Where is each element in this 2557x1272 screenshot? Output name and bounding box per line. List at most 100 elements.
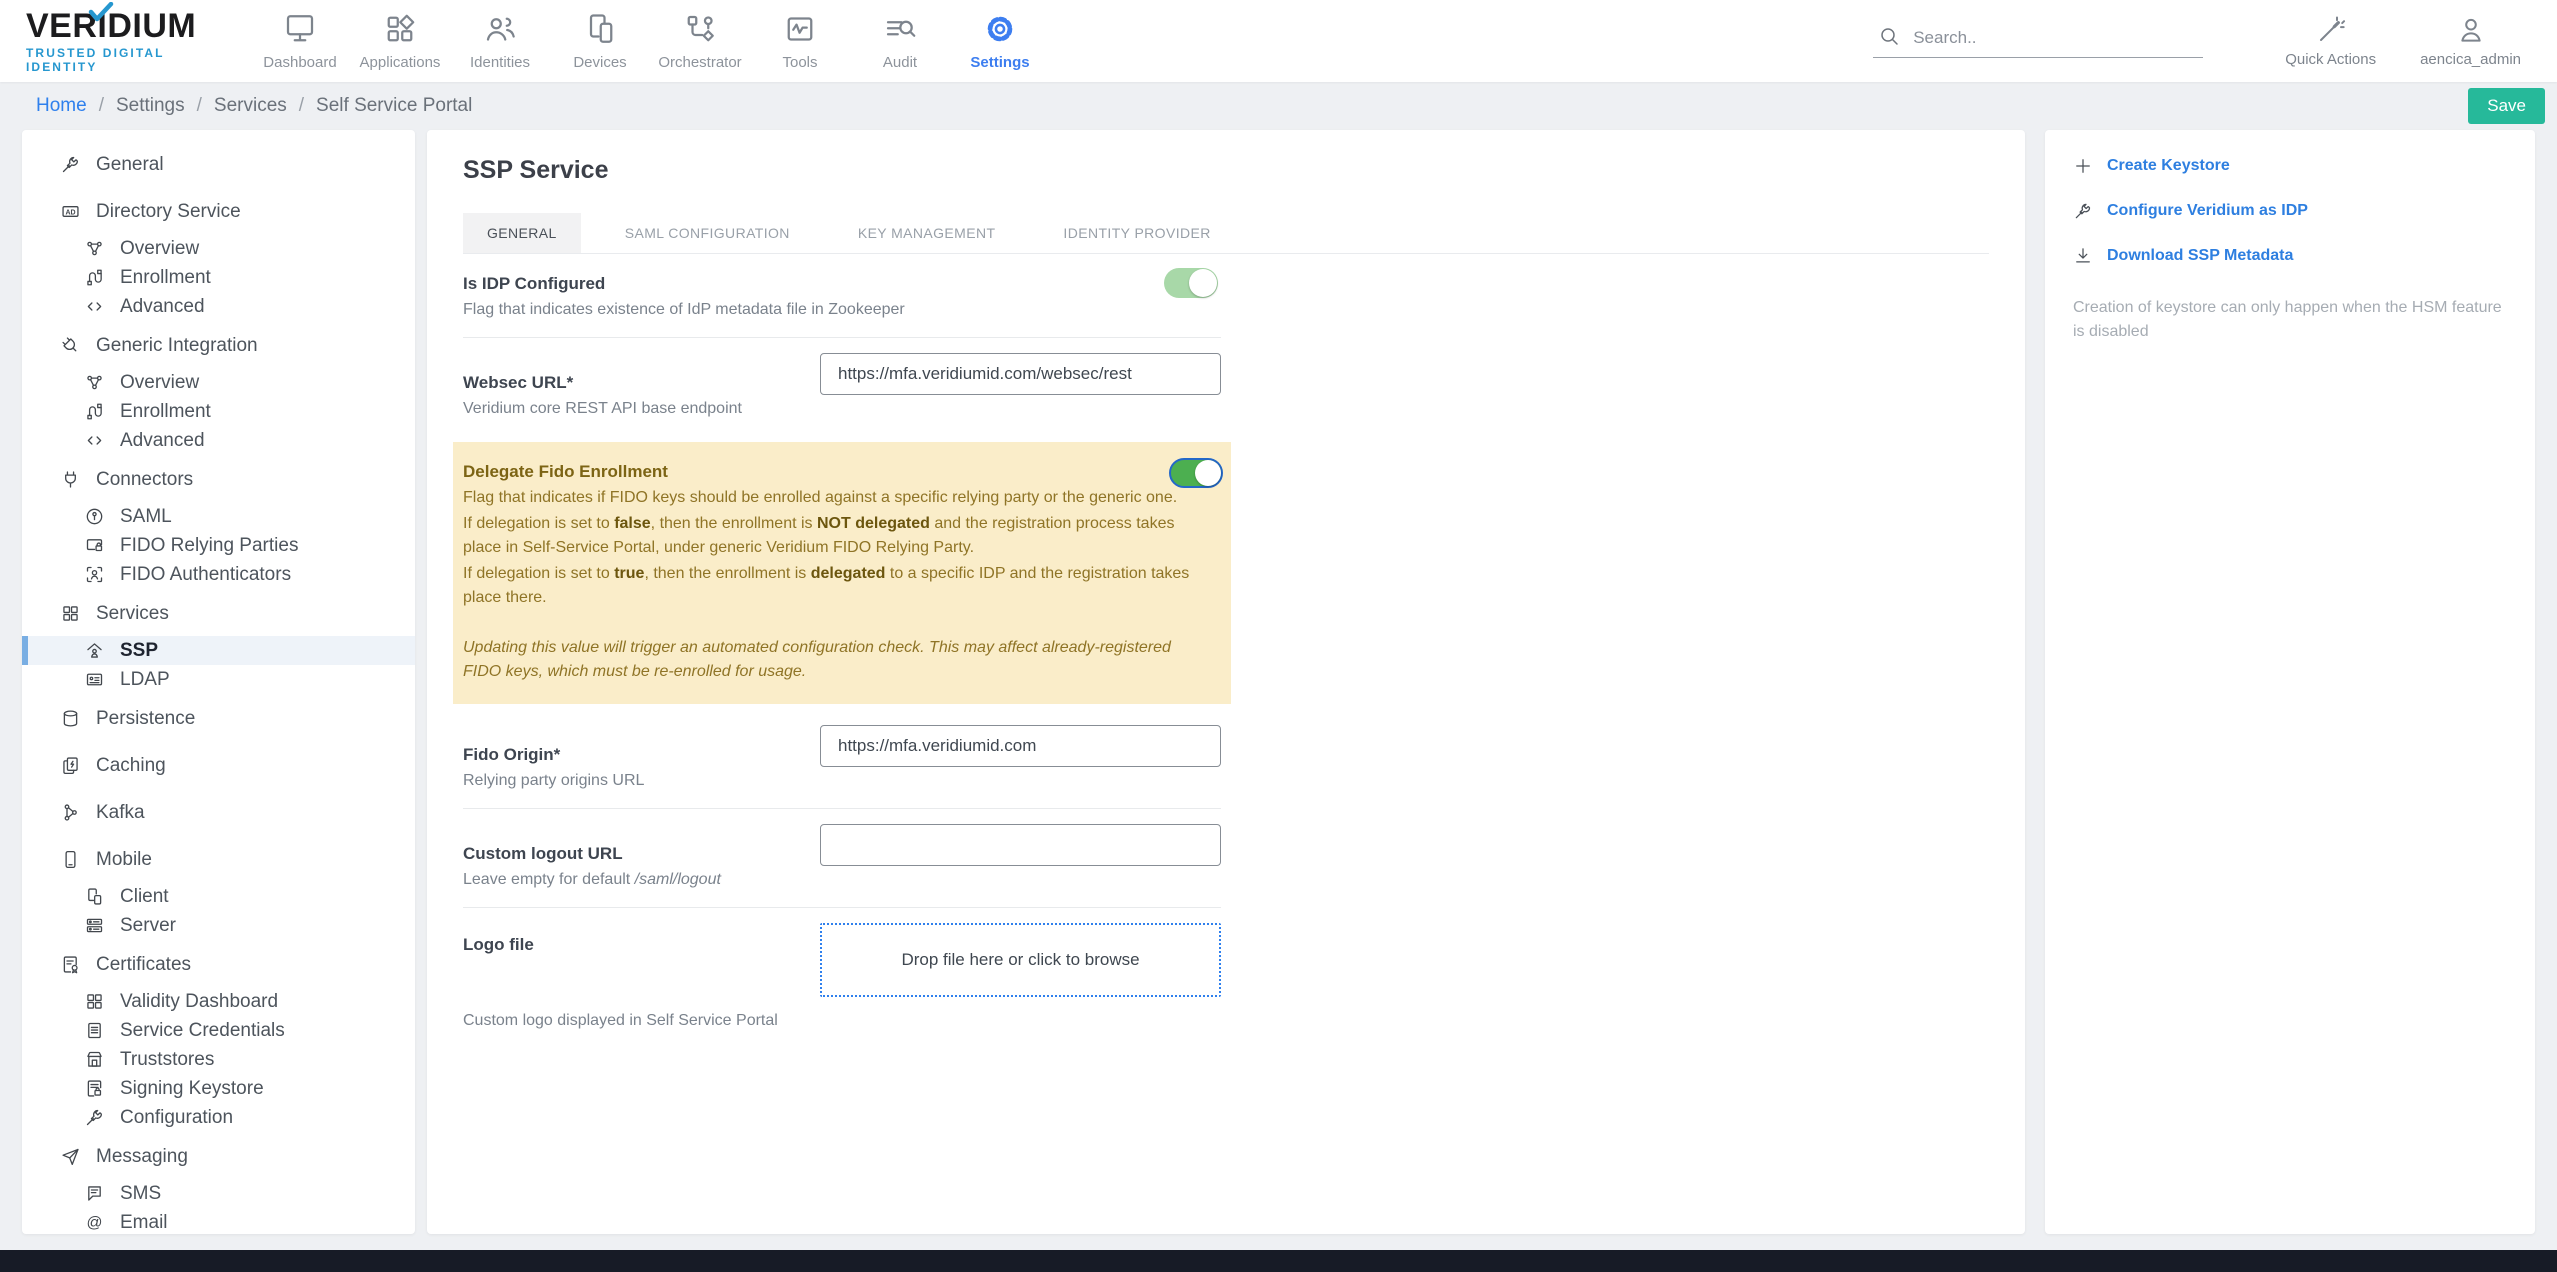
active-directory-icon [60, 201, 81, 222]
page-title: SSP Service [463, 156, 609, 184]
plus-icon [2073, 156, 2093, 176]
nav-item-audit[interactable]: Audit [850, 11, 950, 71]
websec-url-description: Veridium core REST API base endpoint [463, 400, 742, 417]
sidebar-item-gi-overview[interactable]: Overview [22, 368, 415, 397]
logo-file-description: Custom logo displayed in Self Service Po… [463, 1012, 778, 1029]
nav-item-devices[interactable]: Devices [550, 11, 650, 71]
sidebar-item-validity-dashboard[interactable]: Validity Dashboard [22, 987, 415, 1016]
nav-item-orchestrator[interactable]: Orchestrator [650, 11, 750, 71]
search-box[interactable] [1873, 24, 2204, 58]
websec-url-input[interactable] [820, 353, 1221, 395]
store-box-icon [84, 1049, 105, 1070]
sidebar-item-ssp[interactable]: SSP [22, 636, 415, 665]
sidebar-item-configuration[interactable]: Configuration [22, 1103, 415, 1132]
breadcrumb-current: Self Service Portal [316, 95, 473, 116]
field-logo-file: Logo file Drop file here or click to bro… [463, 908, 1221, 1048]
sidebar-item-ds-advanced[interactable]: Advanced [22, 292, 415, 321]
field-is-idp-configured: Is IDP Configured Flag that indicates ex… [463, 254, 1221, 337]
nav-item-identities[interactable]: Identities [450, 11, 550, 71]
sidebar-item-gi-advanced[interactable]: Advanced [22, 426, 415, 455]
field-custom-logout-url: Custom logout URL Leave empty for defaul… [463, 809, 1221, 907]
logo-dropzone[interactable]: Drop file here or click to browse [820, 923, 1221, 997]
sidebar-item-ds-enrollment[interactable]: Enrollment [22, 263, 415, 292]
sidebar-item-email[interactable]: Email [22, 1208, 415, 1234]
sidebar-item-connectors[interactable]: Connectors [22, 465, 415, 494]
general-form: Is IDP Configured Flag that indicates ex… [453, 254, 1231, 1048]
socket-icon [60, 469, 81, 490]
actions-panel: Create Keystore Configure Veridium as ID… [2045, 130, 2535, 1234]
sidebar-item-gi-enrollment[interactable]: Enrollment [22, 397, 415, 426]
download-icon [2073, 246, 2093, 266]
delegate-fido-line1: Flag that indicates if FIDO keys should … [463, 489, 1178, 506]
tab-key-management[interactable]: KEY MANAGEMENT [834, 213, 1020, 253]
breadcrumb-services[interactable]: Services [214, 95, 287, 117]
configure-veridium-as-idp-link[interactable]: Configure Veridium as IDP [2073, 201, 2507, 221]
field-fido-origin: Fido Origin* Relying party origins URL [463, 710, 1221, 808]
nav-item-applications[interactable]: Applications [350, 11, 450, 71]
sidebar-item-signing-keystore[interactable]: Signing Keystore [22, 1074, 415, 1103]
nav-item-settings[interactable]: Settings [950, 11, 1050, 71]
sidebar-item-saml[interactable]: SAML [22, 502, 415, 531]
logo-file-label: Logo file [463, 935, 534, 954]
nav-item-dashboard[interactable]: Dashboard [250, 11, 350, 71]
breadcrumb-settings[interactable]: Settings [116, 95, 185, 117]
veridium-logo[interactable]: VERIDIUM TRUSTED DIGITAL IDENTITY [0, 9, 240, 74]
download-ssp-metadata-link[interactable]: Download SSP Metadata [2073, 246, 2507, 266]
wrench-icon [60, 154, 81, 175]
toggle-knob [1195, 460, 1221, 486]
database-icon [60, 708, 81, 729]
create-keystore-link[interactable]: Create Keystore [2073, 156, 2507, 176]
sidebar-item-kafka[interactable]: Kafka [22, 798, 415, 827]
document-icon [84, 1020, 105, 1041]
breadcrumb-home[interactable]: Home [36, 95, 87, 117]
bottom-bar [0, 1250, 2557, 1272]
user-menu[interactable]: aencica_admin [2420, 14, 2521, 68]
delegate-fido-label: Delegate Fido Enrollment [463, 462, 668, 481]
sidebar-item-fido-relying-parties[interactable]: FIDO Relying Parties [22, 531, 415, 560]
sidebar-item-generic-integration[interactable]: Generic Integration [22, 331, 415, 360]
server-icon [84, 915, 105, 936]
keyhole-icon [84, 506, 105, 527]
orchestrator-icon [682, 11, 718, 47]
sidebar-item-general[interactable]: General [22, 150, 415, 179]
top-navigation-bar: VERIDIUM TRUSTED DIGITAL IDENTITY Dashbo… [0, 0, 2557, 82]
sidebar-item-server[interactable]: Server [22, 911, 415, 940]
sidebar-item-ds-overview[interactable]: Overview [22, 234, 415, 263]
tab-identity-provider[interactable]: IDENTITY PROVIDER [1039, 213, 1234, 253]
delegate-fido-toggle[interactable] [1169, 458, 1223, 488]
quick-actions-button[interactable]: Quick Actions [2285, 14, 2376, 68]
custom-logout-label: Custom logout URL [463, 844, 623, 863]
sidebar-item-directory-service[interactable]: Directory Service [22, 197, 415, 226]
sidebar-item-ldap[interactable]: LDAP [22, 665, 415, 694]
is-idp-toggle[interactable] [1164, 268, 1218, 298]
tab-saml-configuration[interactable]: SAML CONFIGURATION [601, 213, 814, 253]
sidebar-item-certificates[interactable]: Certificates [22, 950, 415, 979]
sidebar-item-fido-authenticators[interactable]: FIDO Authenticators [22, 560, 415, 589]
sidebar-item-client[interactable]: Client [22, 882, 415, 911]
sidebar-item-service-credentials[interactable]: Service Credentials [22, 1016, 415, 1045]
custom-logout-input[interactable] [820, 824, 1221, 866]
username: aencica_admin [2420, 51, 2521, 68]
is-idp-description: Flag that indicates existence of IdP met… [463, 301, 905, 318]
delegate-fido-line2: If delegation is set to false, then the … [463, 515, 1175, 556]
sidebar-item-sms[interactable]: SMS [22, 1179, 415, 1208]
nav-item-tools[interactable]: Tools [750, 11, 850, 71]
grid-icon [60, 603, 81, 624]
sidebar-item-messaging[interactable]: Messaging [22, 1142, 415, 1171]
save-button[interactable]: Save [2468, 88, 2545, 124]
sidebar-item-services[interactable]: Services [22, 599, 415, 628]
sidebar-item-caching[interactable]: Caching [22, 751, 415, 780]
ssp-service-panel: SSP Service GENERAL SAML CONFIGURATION K… [427, 130, 2025, 1234]
cache-icon [60, 755, 81, 776]
identities-icon [482, 11, 518, 47]
audit-icon [882, 11, 918, 47]
sidebar-item-persistence[interactable]: Persistence [22, 704, 415, 733]
fido-origin-input[interactable] [820, 725, 1221, 767]
card-lock-icon [84, 535, 105, 556]
tab-general[interactable]: GENERAL [463, 213, 581, 253]
sidebar-item-mobile[interactable]: Mobile [22, 845, 415, 874]
sidebar-item-truststores[interactable]: Truststores [22, 1045, 415, 1074]
enrollment-icon [84, 401, 105, 422]
search-input[interactable] [1913, 28, 2154, 48]
is-idp-label: Is IDP Configured [463, 274, 606, 293]
